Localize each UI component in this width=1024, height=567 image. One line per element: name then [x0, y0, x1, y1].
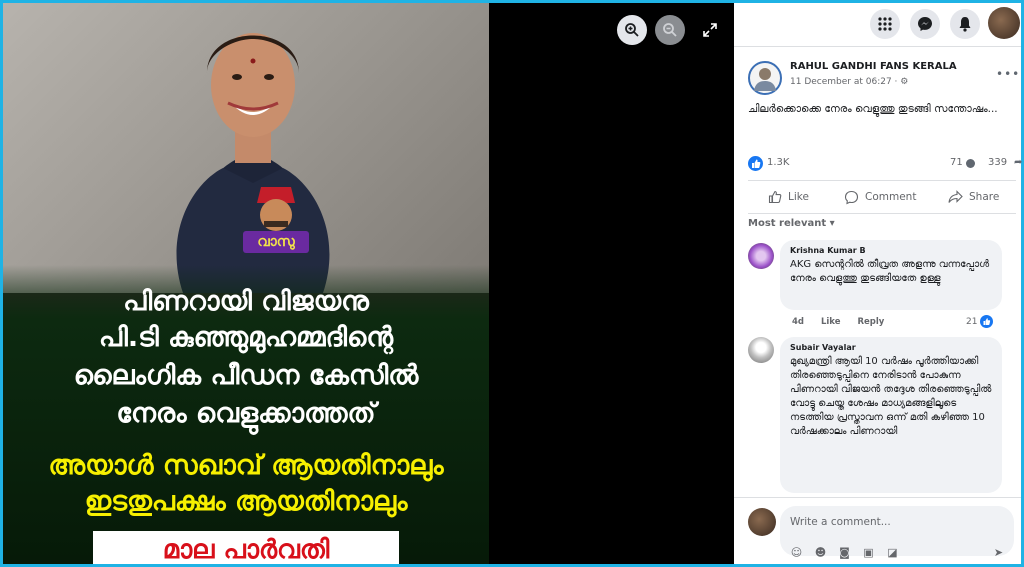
share-arrow-icon: ➦: [1014, 157, 1023, 168]
comment-reply-button[interactable]: Reply: [857, 317, 884, 327]
comment-like-count: 21: [966, 316, 978, 327]
like-reaction-icon: [748, 156, 763, 171]
headline-line-2: പി.ടി കുഞ്ഞുമുഹമ്മദിന്റെ: [98, 322, 394, 353]
page-avatar[interactable]: [748, 61, 782, 95]
facebook-photo-viewer: വാസു പിണറായി വിജയനു പി.ടി കുഞ്ഞുമുഹമ്മദി…: [0, 0, 1024, 567]
post-timestamp[interactable]: 11 December at 06:27 · ⚙: [790, 77, 908, 87]
user-avatar: [748, 508, 776, 536]
comment-author[interactable]: Krishna Kumar B: [790, 246, 992, 255]
comment-count[interactable]: 71: [950, 157, 963, 168]
credit-bar: മാല പാർവതി: [93, 531, 399, 564]
comment-bubble: Krishna Kumar B AKG സെന്ററിൽ തീവ്രത അളന്…: [780, 240, 1002, 310]
photo-viewer: വാസു പിണറായി വിജയനു പി.ടി കുഞ്ഞുമുഹമ്മദി…: [3, 3, 734, 564]
like-count[interactable]: 1.3K: [767, 157, 789, 168]
top-bar: [734, 3, 1021, 47]
menu-button[interactable]: [870, 9, 900, 39]
messenger-icon: [918, 17, 932, 31]
gif-icon[interactable]: ▣: [862, 546, 875, 559]
zoom-in-button[interactable]: [617, 15, 647, 45]
comment-text: AKG സെന്ററിൽ തീവ്രത അളന്നു വന്നപ്പോൾ നേര…: [790, 259, 990, 284]
highlight-line-2: ഇടതുപക്ഷം ആയതിനാലും: [84, 486, 408, 517]
bell-icon: [959, 17, 971, 32]
share-icon: [948, 190, 963, 203]
comment-bubble: Subair Vayalar മുഖ്യമന്ത്രി ആയി 10 വർഷം …: [780, 337, 1002, 493]
like-button[interactable]: Like: [768, 187, 809, 207]
post-text: ചിലർക്കൊക്കെ നേരം വെളുത്തു തുടങ്ങി സന്തോ…: [748, 103, 998, 115]
sort-label: Most relevant: [748, 218, 827, 229]
comment-like-button[interactable]: Like: [821, 317, 841, 327]
comment-text: മുഖ്യമന്ത്രി ആയി 10 വർഷം പൂർത്തിയാക്കി ത…: [790, 356, 992, 437]
zoom-out-icon: [663, 23, 677, 37]
avatar-sticker-icon[interactable]: ☺: [790, 546, 803, 559]
headline-line-3: ലൈംഗിക പീഡന കേസിൽ: [73, 360, 419, 391]
expand-icon: [703, 23, 717, 37]
comment-avatar[interactable]: [748, 243, 774, 269]
comment-reaction-count[interactable]: 21: [966, 315, 994, 328]
profile-avatar-button[interactable]: [988, 7, 1020, 39]
comment-author[interactable]: Subair Vayalar: [790, 343, 992, 352]
comment-age[interactable]: 4d: [792, 317, 804, 327]
post-options-button[interactable]: •••: [996, 67, 1020, 81]
sticker-icon[interactable]: ◪: [886, 546, 899, 559]
messenger-button[interactable]: [910, 9, 940, 39]
post-actions: Like Comment Share: [748, 180, 1016, 214]
emoji-icon[interactable]: ☻: [814, 546, 827, 559]
zoom-in-icon: [625, 23, 639, 37]
headline-line-4: നേരം വെളുക്കാത്തത്: [116, 398, 376, 429]
headline-line-1: പിണറായി വിജയനു: [123, 286, 369, 317]
chevron-down-icon: ▾: [829, 218, 835, 229]
comment-meta: 4d Like Reply: [792, 317, 884, 327]
page-profile-picture: [754, 68, 776, 91]
like-reaction-icon: [980, 315, 994, 328]
timestamp-text: 11 December at 06:27 ·: [790, 77, 901, 87]
fullscreen-button[interactable]: [695, 15, 725, 45]
comment-label: Comment: [865, 191, 917, 203]
highlight-line-1: അയാൾ സഖാവ് ആയതിനാലും: [48, 450, 444, 481]
thumbs-up-icon: [768, 190, 782, 204]
share-button[interactable]: Share: [948, 187, 999, 207]
comment-bubble-icon: [966, 159, 975, 168]
globe-icon: ⚙: [900, 77, 909, 87]
send-icon[interactable]: ➤: [992, 546, 1005, 559]
credit-name: മാല പാർവതി: [162, 535, 330, 564]
comment-avatar[interactable]: [748, 337, 774, 363]
share-count[interactable]: 339: [988, 157, 1007, 168]
comment-composer: Write a comment... ☺ ☻ ◙ ▣ ◪ ➤: [734, 497, 1021, 564]
reactions-summary: 1.3K 71 339 ➦: [748, 155, 1022, 173]
comment-button[interactable]: Comment: [844, 187, 916, 207]
comment-input-placeholder: Write a comment...: [790, 516, 891, 528]
comment-sort-dropdown[interactable]: Most relevant ▾: [748, 218, 835, 229]
comment-icon: [844, 190, 859, 204]
zoom-out-button[interactable]: [655, 15, 685, 45]
page-name[interactable]: RAHUL GANDHI FANS KERALA: [790, 61, 957, 72]
like-label: Like: [788, 191, 809, 203]
grid-menu-icon: [878, 17, 892, 31]
share-label: Share: [969, 191, 1000, 203]
post-image[interactable]: വാസു പിണറായി വിജയനു പി.ടി കുഞ്ഞുമുഹമ്മദി…: [3, 3, 489, 564]
sticker-label: വാസു: [243, 231, 309, 253]
post-panel: RAHUL GANDHI FANS KERALA 11 December at …: [734, 3, 1022, 564]
notifications-button[interactable]: [950, 9, 980, 39]
camera-icon[interactable]: ◙: [838, 546, 851, 559]
